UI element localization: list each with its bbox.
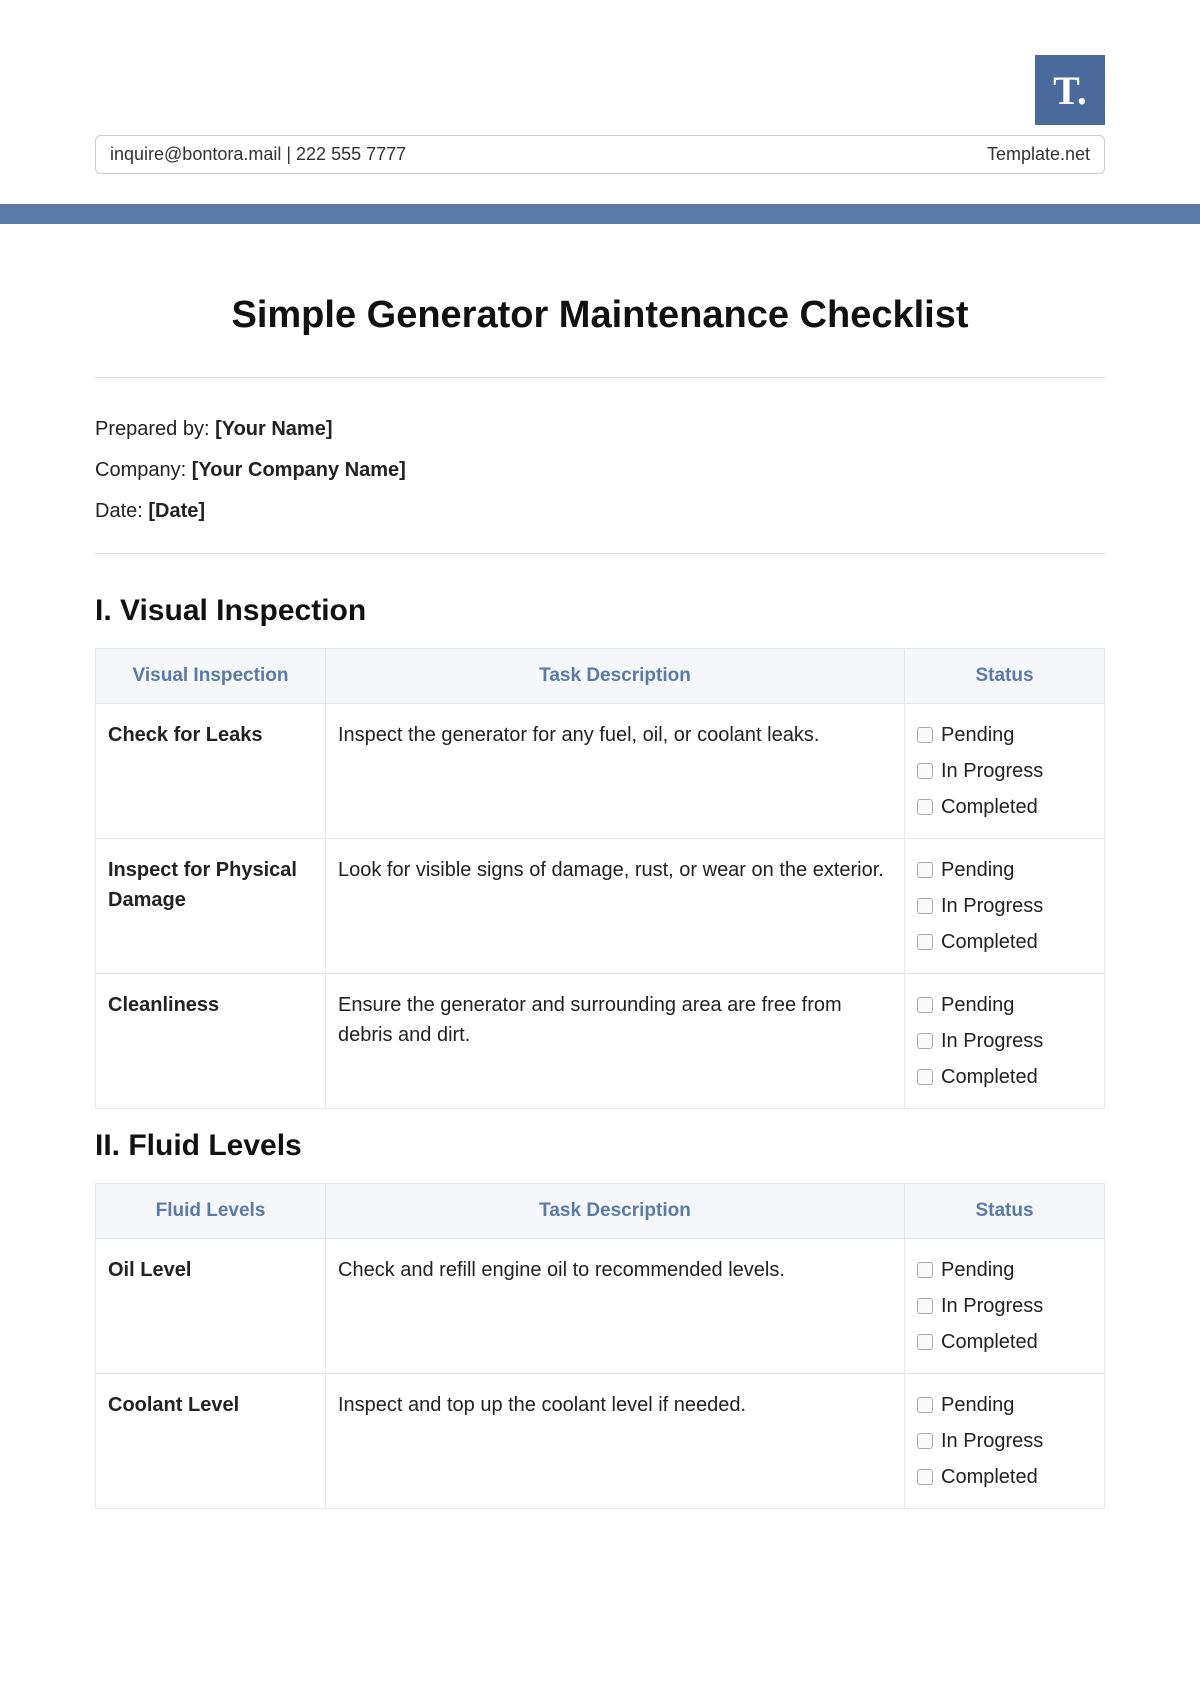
table-header: Fluid Levels [96, 1184, 326, 1239]
title-divider [95, 377, 1105, 378]
checkbox-icon[interactable] [917, 799, 933, 815]
item-name: Oil Level [96, 1239, 326, 1374]
checkbox-icon[interactable] [917, 1469, 933, 1485]
status-option[interactable]: In Progress [917, 1026, 1092, 1056]
table-header: Task Description [326, 649, 905, 704]
status-label: Completed [941, 1327, 1038, 1357]
status-label: Pending [941, 990, 1014, 1020]
status-label: Pending [941, 1390, 1014, 1420]
status-label: Completed [941, 1062, 1038, 1092]
checkbox-icon[interactable] [917, 763, 933, 779]
status-label: Pending [941, 855, 1014, 885]
item-name: Coolant Level [96, 1374, 326, 1509]
checkbox-icon[interactable] [917, 727, 933, 743]
meta-date-label: Date: [95, 500, 148, 522]
meta-prepared-value: [Your Name] [215, 418, 332, 440]
status-label: In Progress [941, 1291, 1043, 1321]
status-option[interactable]: Completed [917, 1462, 1092, 1492]
status-label: Completed [941, 927, 1038, 957]
checkbox-icon[interactable] [917, 1334, 933, 1350]
status-option[interactable]: Pending [917, 990, 1092, 1020]
table-row: Oil LevelCheck and refill engine oil to … [96, 1239, 1105, 1374]
status-option[interactable]: Completed [917, 927, 1092, 957]
table-header: Task Description [326, 1184, 905, 1239]
table-header: Visual Inspection [96, 649, 326, 704]
status-cell: Pending In Progress Completed [905, 1374, 1105, 1509]
checklist-table: Fluid LevelsTask DescriptionStatusOil Le… [95, 1183, 1105, 1509]
brand-logo: T. [1035, 55, 1105, 125]
status-option[interactable]: In Progress [917, 1426, 1092, 1456]
page-title: Simple Generator Maintenance Checklist [95, 294, 1105, 337]
status-cell: Pending In Progress Completed [905, 839, 1105, 974]
contact-text: inquire@bontora.mail | 222 555 7777 [110, 144, 406, 165]
item-name: Check for Leaks [96, 704, 326, 839]
status-option[interactable]: Pending [917, 1390, 1092, 1420]
status-option[interactable]: Pending [917, 1255, 1092, 1285]
status-label: In Progress [941, 891, 1043, 921]
checkbox-icon[interactable] [917, 862, 933, 878]
status-label: Pending [941, 720, 1014, 750]
divider-bar [0, 204, 1200, 224]
table-header: Status [905, 649, 1105, 704]
info-bar: inquire@bontora.mail | 222 555 7777 Temp… [95, 135, 1105, 174]
table-row: CleanlinessEnsure the generator and surr… [96, 974, 1105, 1109]
status-option[interactable]: In Progress [917, 756, 1092, 786]
status-option[interactable]: In Progress [917, 1291, 1092, 1321]
status-option[interactable]: Pending [917, 720, 1092, 750]
section-heading: I. Visual Inspection [95, 594, 1105, 628]
status-option[interactable]: Completed [917, 792, 1092, 822]
item-description: Inspect and top up the coolant level if … [326, 1374, 905, 1509]
status-label: In Progress [941, 1426, 1043, 1456]
table-row: Check for LeaksInspect the generator for… [96, 704, 1105, 839]
checkbox-icon[interactable] [917, 997, 933, 1013]
status-option[interactable]: Pending [917, 855, 1092, 885]
checkbox-icon[interactable] [917, 1033, 933, 1049]
item-description: Inspect the generator for any fuel, oil,… [326, 704, 905, 839]
status-cell: Pending In Progress Completed [905, 1239, 1105, 1374]
status-cell: Pending In Progress Completed [905, 974, 1105, 1109]
item-description: Ensure the generator and surrounding are… [326, 974, 905, 1109]
checkbox-icon[interactable] [917, 1433, 933, 1449]
status-label: In Progress [941, 1026, 1043, 1056]
meta-divider [95, 553, 1105, 554]
checkbox-icon[interactable] [917, 1298, 933, 1314]
item-description: Look for visible signs of damage, rust, … [326, 839, 905, 974]
table-row: Inspect for Physical DamageLook for visi… [96, 839, 1105, 974]
item-name: Inspect for Physical Damage [96, 839, 326, 974]
status-cell: Pending In Progress Completed [905, 704, 1105, 839]
meta-company-value: [Your Company Name] [192, 459, 406, 481]
checkbox-icon[interactable] [917, 1397, 933, 1413]
status-label: Pending [941, 1255, 1014, 1285]
checkbox-icon[interactable] [917, 898, 933, 914]
checkbox-icon[interactable] [917, 1262, 933, 1278]
item-name: Cleanliness [96, 974, 326, 1109]
status-label: Completed [941, 792, 1038, 822]
meta-prepared-label: Prepared by: [95, 418, 215, 440]
meta-date: Date: [Date] [95, 500, 1105, 523]
meta-prepared: Prepared by: [Your Name] [95, 418, 1105, 441]
section-heading: II. Fluid Levels [95, 1129, 1105, 1163]
status-option[interactable]: Completed [917, 1327, 1092, 1357]
meta-company: Company: [Your Company Name] [95, 459, 1105, 482]
item-description: Check and refill engine oil to recommend… [326, 1239, 905, 1374]
meta-date-value: [Date] [148, 500, 205, 522]
status-option[interactable]: In Progress [917, 891, 1092, 921]
checklist-table: Visual InspectionTask DescriptionStatusC… [95, 648, 1105, 1109]
table-header: Status [905, 1184, 1105, 1239]
status-label: In Progress [941, 756, 1043, 786]
meta-company-label: Company: [95, 459, 192, 481]
status-label: Completed [941, 1462, 1038, 1492]
checkbox-icon[interactable] [917, 934, 933, 950]
status-option[interactable]: Completed [917, 1062, 1092, 1092]
table-row: Coolant LevelInspect and top up the cool… [96, 1374, 1105, 1509]
brand-text: Template.net [987, 144, 1090, 165]
checkbox-icon[interactable] [917, 1069, 933, 1085]
